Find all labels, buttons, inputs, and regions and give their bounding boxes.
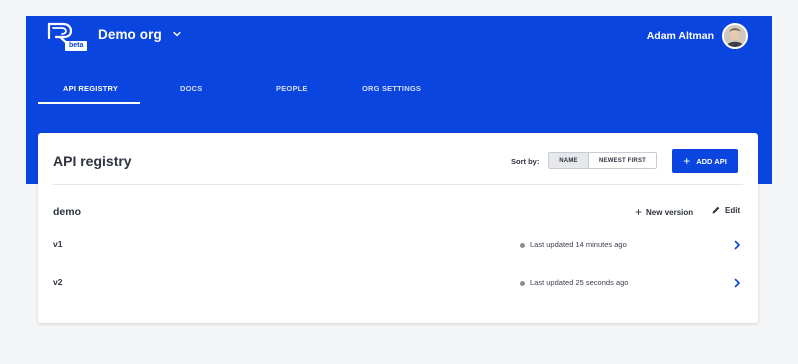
sort-toggle: NAME NEWEST FIRST (548, 152, 657, 169)
last-updated: Last updated 14 minutes ago (530, 240, 627, 249)
beta-badge: beta (65, 41, 88, 51)
add-api-label: ADD API (696, 156, 727, 166)
divider (53, 184, 743, 185)
chevron-down-icon[interactable] (172, 29, 182, 39)
logo[interactable]: beta (47, 22, 91, 51)
new-version-button[interactable]: + New version (635, 206, 693, 218)
edit-button[interactable]: Edit (711, 205, 740, 215)
version-label: v2 (53, 277, 63, 287)
plus-icon: + (683, 154, 691, 168)
edit-label: Edit (725, 205, 741, 215)
add-api-button[interactable]: + ADD API (672, 149, 738, 173)
chevron-right-icon[interactable] (732, 277, 742, 289)
tab-api-registry[interactable]: API REGISTRY (63, 84, 118, 93)
org-name[interactable]: Demo org (98, 27, 162, 42)
list-item[interactable]: v2 Last updated 25 seconds ago (53, 277, 743, 291)
tab-org-settings[interactable]: ORG SETTINGS (362, 84, 421, 93)
new-version-label: New version (646, 207, 694, 217)
api-registry-card: API registry Sort by: NAME NEWEST FIRST … (38, 133, 758, 323)
sort-by-name-button[interactable]: NAME (549, 153, 589, 168)
tab-docs[interactable]: DOCS (180, 84, 202, 93)
list-item[interactable]: v1 Last updated 14 minutes ago (53, 239, 743, 253)
version-label: v1 (53, 239, 63, 249)
page-title: API registry (53, 153, 132, 169)
plus-icon: + (635, 205, 643, 219)
tab-people[interactable]: PEOPLE (276, 84, 308, 93)
chevron-right-icon[interactable] (732, 239, 742, 251)
active-tab-indicator (38, 102, 140, 104)
avatar[interactable] (722, 23, 748, 49)
sort-label: Sort by: (511, 157, 540, 166)
top-bar: beta Demo org Adam Altman (26, 16, 772, 58)
status-dot (520, 281, 525, 286)
last-updated: Last updated 25 seconds ago (530, 278, 629, 287)
status-dot (520, 243, 525, 248)
api-group-name: demo (53, 206, 82, 218)
sort-by-newest-button[interactable]: NEWEST FIRST (589, 153, 656, 168)
user-name[interactable]: Adam Altman (647, 30, 714, 42)
pencil-icon (712, 206, 720, 214)
